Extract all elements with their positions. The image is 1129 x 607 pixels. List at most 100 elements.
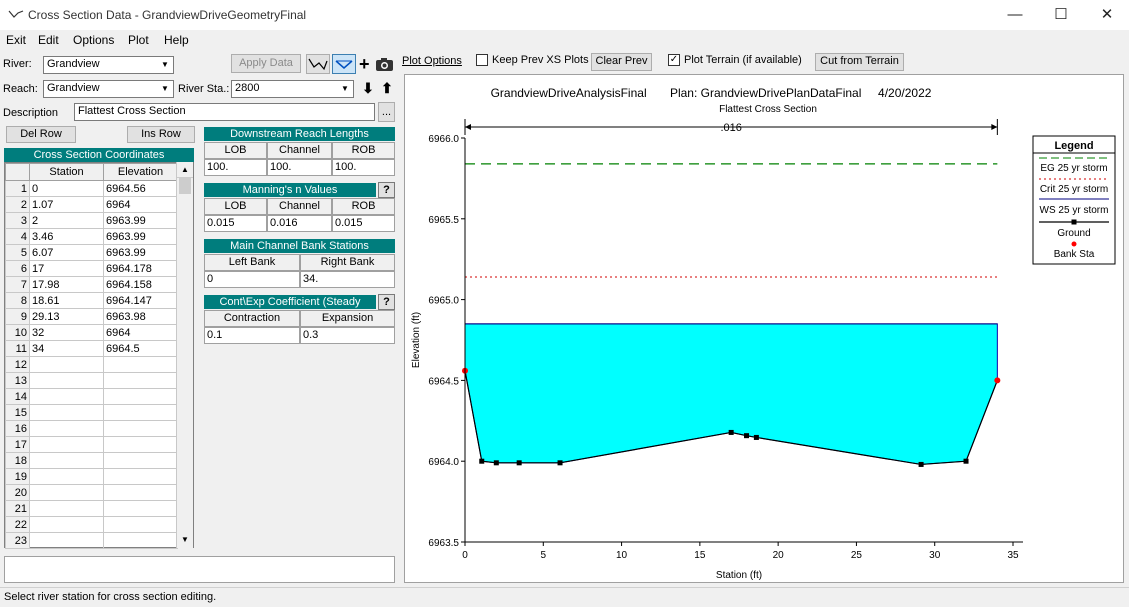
- station-cell[interactable]: 34: [29, 340, 104, 357]
- keep-prev-checkbox[interactable]: [476, 54, 488, 66]
- station-cell[interactable]: [29, 468, 104, 485]
- station-cell[interactable]: 6.07: [29, 244, 104, 261]
- table-row[interactable]: 11 34 6964.5: [5, 340, 178, 357]
- coords-scrollbar[interactable]: ▲ ▼: [176, 162, 193, 548]
- elevation-cell[interactable]: [103, 516, 178, 533]
- elevation-cell[interactable]: 6964.178: [103, 260, 178, 277]
- elevation-cell[interactable]: [103, 484, 178, 501]
- table-row[interactable]: 4 3.46 6963.99: [5, 228, 178, 245]
- table-row[interactable]: 6 17 6964.178: [5, 260, 178, 277]
- table-row[interactable]: 19: [5, 468, 178, 485]
- station-cell[interactable]: 32: [29, 324, 104, 341]
- elevation-cell[interactable]: 6963.99: [103, 212, 178, 229]
- table-row[interactable]: 9 29.13 6963.98: [5, 308, 178, 325]
- del-row-button[interactable]: Del Row: [6, 126, 76, 143]
- table-row[interactable]: 20: [5, 484, 178, 501]
- elevation-cell[interactable]: [103, 500, 178, 517]
- station-cell[interactable]: 17: [29, 260, 104, 277]
- elevation-cell[interactable]: [103, 388, 178, 405]
- river-sta-select[interactable]: 2800 ▼: [231, 80, 354, 98]
- channel-length-input[interactable]: 100.: [267, 159, 332, 176]
- elevation-cell[interactable]: 6964.5: [103, 340, 178, 357]
- table-row[interactable]: 16: [5, 420, 178, 437]
- station-cell[interactable]: [29, 420, 104, 437]
- rob-length-input[interactable]: 100.: [332, 159, 395, 176]
- elevation-cell[interactable]: 6964.147: [103, 292, 178, 309]
- elevation-cell[interactable]: [103, 404, 178, 421]
- table-row[interactable]: 18: [5, 452, 178, 469]
- station-cell[interactable]: [29, 372, 104, 389]
- station-cell[interactable]: 3.46: [29, 228, 104, 245]
- table-row[interactable]: 7 17.98 6964.158: [5, 276, 178, 293]
- draw-xs-icon[interactable]: [306, 54, 330, 74]
- scroll-down-icon[interactable]: ▼: [177, 532, 193, 548]
- station-cell[interactable]: [29, 516, 104, 533]
- station-cell[interactable]: 18.61: [29, 292, 104, 309]
- table-row[interactable]: 3 2 6963.99: [5, 212, 178, 229]
- cut-terrain-button[interactable]: Cut from Terrain: [815, 53, 904, 71]
- description-input[interactable]: Flattest Cross Section: [74, 103, 375, 121]
- elevation-cell[interactable]: 6963.99: [103, 228, 178, 245]
- menu-exit[interactable]: Exit: [6, 33, 26, 47]
- station-cell[interactable]: 0: [29, 180, 104, 197]
- arrow-up-icon[interactable]: ⬆: [379, 80, 395, 98]
- station-cell[interactable]: [29, 356, 104, 373]
- table-row[interactable]: 2 1.07 6964: [5, 196, 178, 213]
- elevation-cell[interactable]: [103, 356, 178, 373]
- elevation-cell[interactable]: [103, 532, 178, 549]
- expansion-input[interactable]: 0.3: [300, 327, 395, 344]
- water-surface-icon[interactable]: [332, 54, 356, 74]
- reach-select[interactable]: Grandview ▼: [43, 80, 174, 98]
- river-select[interactable]: Grandview ▼: [43, 56, 174, 74]
- mannings-help-button[interactable]: ?: [378, 182, 395, 198]
- elevation-cell[interactable]: [103, 420, 178, 437]
- elevation-cell[interactable]: 6964.56: [103, 180, 178, 197]
- plot-options-link[interactable]: Plot Options: [402, 55, 462, 67]
- station-cell[interactable]: [29, 452, 104, 469]
- menu-edit[interactable]: Edit: [38, 33, 59, 47]
- elevation-cell[interactable]: 6964: [103, 196, 178, 213]
- left-bank-input[interactable]: 0: [204, 271, 300, 288]
- station-cell[interactable]: 17.98: [29, 276, 104, 293]
- station-cell[interactable]: 2: [29, 212, 104, 229]
- channel-n-input[interactable]: 0.016: [267, 215, 332, 232]
- lob-length-input[interactable]: 100.: [204, 159, 267, 176]
- close-button[interactable]: ✕: [1084, 0, 1129, 30]
- station-cell[interactable]: [29, 484, 104, 501]
- station-cell[interactable]: [29, 500, 104, 517]
- menu-help[interactable]: Help: [164, 33, 189, 47]
- elevation-cell[interactable]: 6963.99: [103, 244, 178, 261]
- station-cell[interactable]: 1.07: [29, 196, 104, 213]
- table-row[interactable]: 22: [5, 516, 178, 533]
- table-row[interactable]: 10 32 6964: [5, 324, 178, 341]
- station-cell[interactable]: [29, 532, 104, 549]
- table-row[interactable]: 17: [5, 436, 178, 453]
- plot-terrain-checkbox[interactable]: ✓: [668, 54, 680, 66]
- table-row[interactable]: 5 6.07 6963.99: [5, 244, 178, 261]
- table-row[interactable]: 21: [5, 500, 178, 517]
- cross-section-chart[interactable]: .016 6963.5 6964.0 6964.5 6965.0 6965.5 6966.0…: [405, 75, 1123, 582]
- ins-row-button[interactable]: Ins Row: [127, 126, 195, 143]
- table-row[interactable]: 1 0 6964.56: [5, 180, 178, 197]
- arrow-down-icon[interactable]: ⬇: [360, 80, 376, 98]
- elevation-cell[interactable]: [103, 468, 178, 485]
- elevation-cell[interactable]: [103, 452, 178, 469]
- maximize-button[interactable]: ☐: [1038, 0, 1084, 30]
- elevation-cell[interactable]: [103, 372, 178, 389]
- elevation-cell[interactable]: 6964: [103, 324, 178, 341]
- minimize-button[interactable]: —: [992, 0, 1038, 30]
- rob-n-input[interactable]: 0.015: [332, 215, 395, 232]
- description-ellipsis-button[interactable]: ...: [378, 102, 395, 122]
- menu-options[interactable]: Options: [73, 33, 114, 47]
- table-row[interactable]: 14: [5, 388, 178, 405]
- elevation-cell[interactable]: 6964.158: [103, 276, 178, 293]
- elevation-cell[interactable]: [103, 436, 178, 453]
- right-bank-input[interactable]: 34.: [300, 271, 395, 288]
- station-cell[interactable]: [29, 388, 104, 405]
- plus-icon[interactable]: +: [359, 55, 373, 73]
- scroll-thumb[interactable]: [179, 178, 191, 194]
- table-row[interactable]: 23: [5, 532, 178, 549]
- clear-prev-button[interactable]: Clear Prev: [591, 53, 652, 71]
- contraction-input[interactable]: 0.1: [204, 327, 300, 344]
- apply-data-button[interactable]: Apply Data: [231, 54, 301, 73]
